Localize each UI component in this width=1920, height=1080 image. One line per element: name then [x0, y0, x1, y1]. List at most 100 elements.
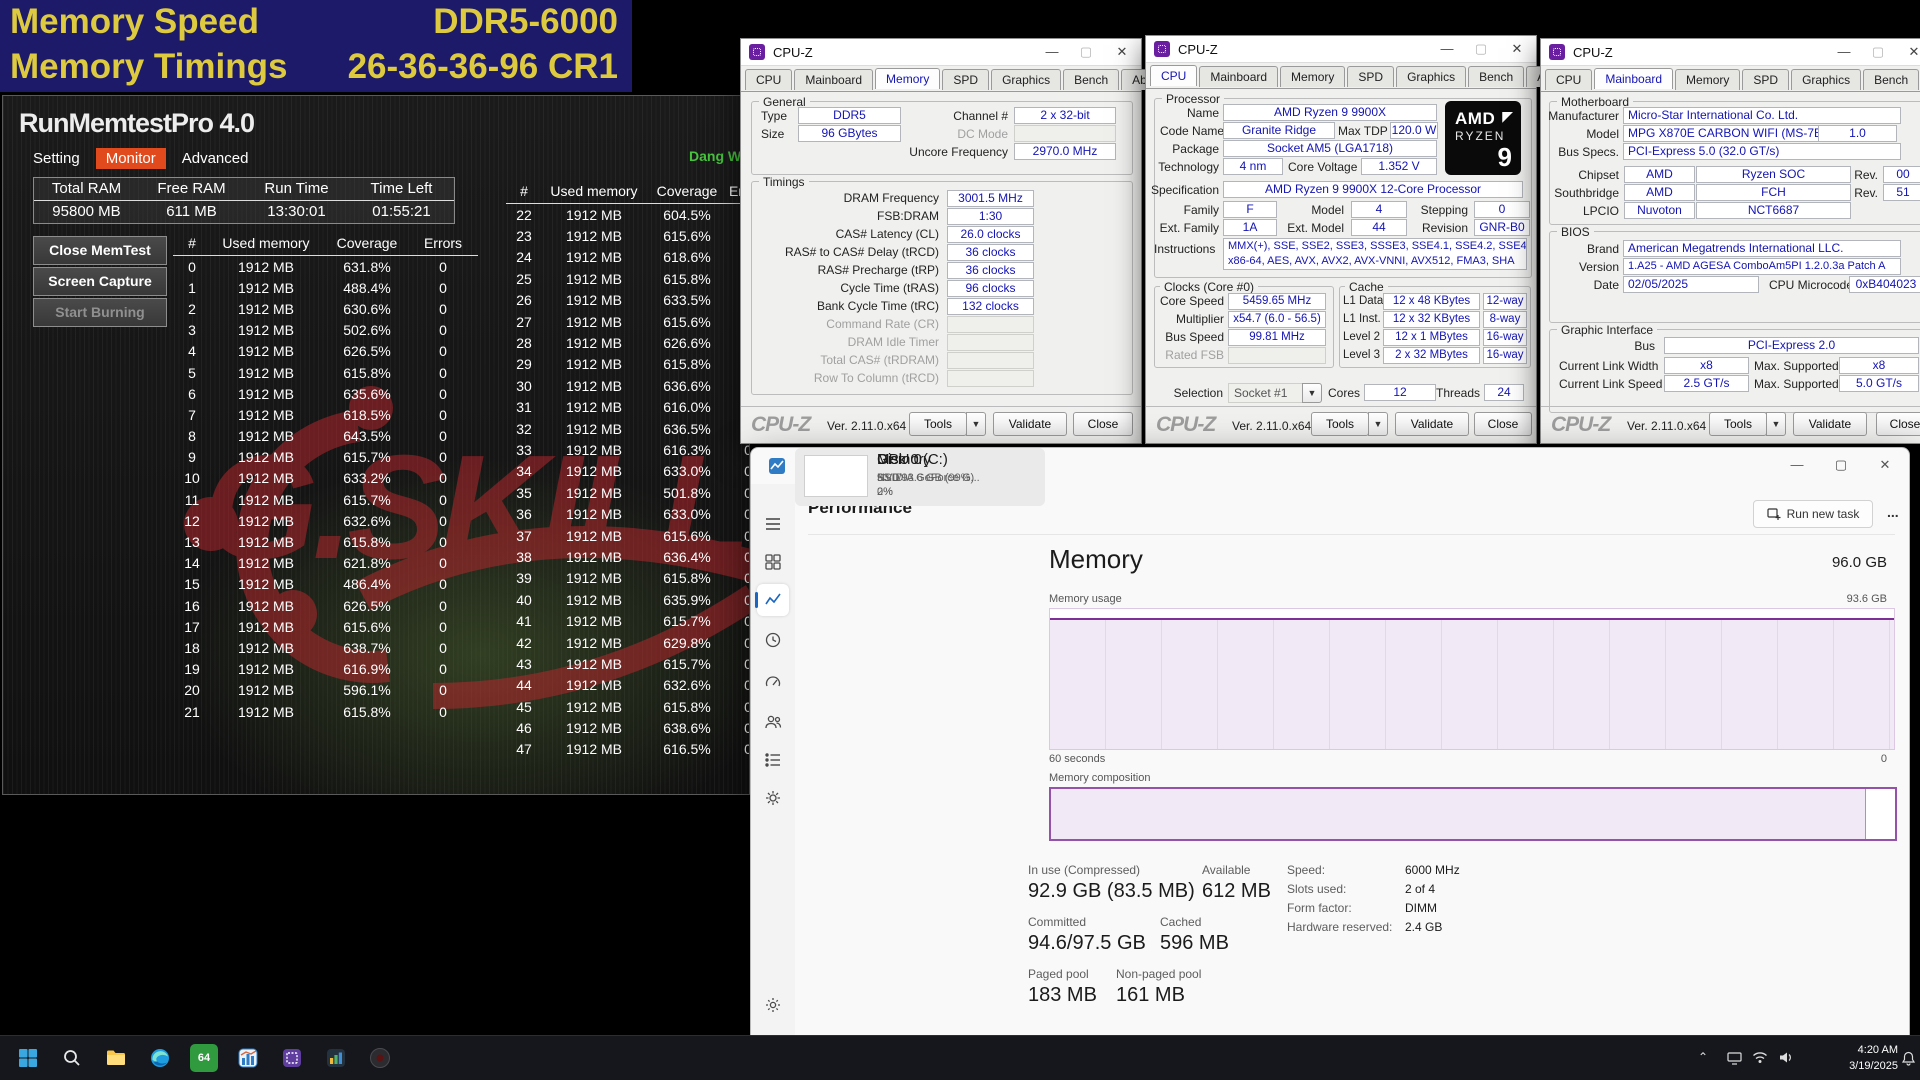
- startup-apps-icon[interactable]: [757, 666, 789, 698]
- errors: 0: [413, 365, 473, 381]
- cpuz-tab[interactable]: Graphics: [1396, 66, 1466, 87]
- memory-detail-item: Committed 94.6/97.5 GB: [1028, 915, 1146, 955]
- clock-value: 99.81 MHz: [1228, 329, 1326, 346]
- clock-row: Multiplier x54.7 (6.0 - 56.5): [1158, 310, 1326, 328]
- maximize-button[interactable]: ▢: [1069, 39, 1103, 65]
- menu-icon[interactable]: [757, 508, 789, 540]
- cache-row: L1 Data 12 x 48 KBytes 12-way: [1343, 292, 1527, 310]
- cpuz-tab[interactable]: SPD: [1347, 66, 1394, 87]
- cpuz-tab[interactable]: SPD: [1742, 69, 1789, 90]
- thread-number: 18: [173, 640, 211, 656]
- cpuz-tab[interactable]: Graphics: [991, 69, 1061, 90]
- notifications-bell-icon[interactable]: [1901, 1051, 1916, 1066]
- validate-button[interactable]: Validate: [1793, 412, 1867, 436]
- performance-icon[interactable]: [757, 584, 789, 616]
- close-button[interactable]: ✕: [1897, 39, 1920, 65]
- cpuz-tab[interactable]: Memory: [875, 68, 940, 89]
- cpuz-tab[interactable]: CPU: [1150, 65, 1197, 86]
- memtest-tab[interactable]: Setting: [23, 148, 90, 169]
- wifi-icon[interactable]: [1752, 1051, 1768, 1064]
- memtest-tab[interactable]: Advanced: [172, 148, 259, 169]
- cpuz-tab[interactable]: Mainboard: [1594, 68, 1673, 89]
- titlebar[interactable]: CPU-Z — ▢ ✕: [1146, 36, 1536, 63]
- tray-chevron-icon[interactable]: ⌃: [1698, 1050, 1708, 1064]
- maximize-button[interactable]: ▢: [1861, 39, 1895, 65]
- close-button[interactable]: ✕: [1863, 448, 1907, 482]
- tools-button[interactable]: Tools: [1709, 412, 1767, 436]
- close-button-footer[interactable]: Close: [1474, 412, 1532, 436]
- errors: 0: [728, 463, 749, 479]
- used-memory: 1912 MB: [542, 335, 646, 351]
- memtest-tab[interactable]: Monitor: [96, 148, 166, 169]
- cpuz-tab[interactable]: Mainboard: [794, 69, 873, 90]
- validate-button[interactable]: Validate: [993, 412, 1067, 436]
- close-button[interactable]: ✕: [1105, 39, 1139, 65]
- search-icon[interactable]: [58, 1044, 86, 1072]
- close-button-footer[interactable]: Close: [1073, 412, 1133, 436]
- benchmark-app-icon[interactable]: [322, 1044, 350, 1072]
- selection-dropdown[interactable]: Socket #1: [1228, 383, 1309, 403]
- tools-button[interactable]: Tools: [1311, 412, 1369, 436]
- tools-dropdown-icon[interactable]: ▼: [966, 412, 986, 436]
- table-row: 47 1912 MB 616.5% 0: [506, 739, 749, 760]
- tools-dropdown-icon[interactable]: ▼: [1368, 412, 1388, 436]
- minimize-button[interactable]: —: [1827, 39, 1861, 65]
- more-options-button[interactable]: ...: [1887, 504, 1899, 520]
- start-button[interactable]: [14, 1044, 42, 1072]
- thread-number: 8: [173, 428, 211, 444]
- cpuz-logo: CPU-Z: [1551, 413, 1610, 437]
- desktop: Memory Speed DDR5-6000 Memory Timings 26…: [0, 0, 1920, 1080]
- taskbar-clock[interactable]: 4:20 AM 3/19/2025: [1849, 1042, 1898, 1074]
- file-explorer-icon[interactable]: [102, 1044, 130, 1072]
- southbridge-rev-label: Rev.: [1853, 186, 1878, 200]
- cpuz-taskbar-icon[interactable]: [278, 1044, 306, 1072]
- screen-capture-button[interactable]: Screen Capture: [33, 267, 167, 296]
- details-icon[interactable]: [757, 744, 789, 776]
- table-header-cell: #: [506, 183, 542, 199]
- minimize-button[interactable]: —: [1775, 448, 1819, 482]
- selection-dropdown-icon[interactable]: ▼: [1302, 383, 1322, 403]
- tools-button[interactable]: Tools: [909, 412, 967, 436]
- titlebar[interactable]: CPU-Z — ▢ ✕: [1541, 39, 1920, 66]
- app-history-icon[interactable]: [757, 624, 789, 656]
- cpuz-tab[interactable]: Bench: [1468, 66, 1524, 87]
- close-memtest-button[interactable]: Close MemTest: [33, 236, 167, 265]
- cpuz-tab[interactable]: Bench: [1063, 69, 1119, 90]
- settings-icon[interactable]: [757, 989, 789, 1021]
- tools-dropdown-icon[interactable]: ▼: [1766, 412, 1786, 436]
- close-button-footer[interactable]: Close: [1876, 412, 1920, 436]
- task-manager-taskbar-icon[interactable]: [234, 1044, 262, 1072]
- metric-list-item[interactable]: GPU 0 NVIDIA GeForce G... 2%: [795, 448, 1045, 500]
- uncore-frequency-value: 2970.0 MHz: [1014, 143, 1116, 160]
- table-row: 12 1912 MB 632.6% 0: [173, 510, 478, 531]
- utility-app-icon[interactable]: [366, 1044, 394, 1072]
- services-icon[interactable]: [757, 782, 789, 814]
- minimize-button[interactable]: —: [1430, 36, 1464, 62]
- edge-browser-icon[interactable]: [146, 1044, 174, 1072]
- tab-divider: [741, 91, 1141, 92]
- validate-button[interactable]: Validate: [1395, 412, 1469, 436]
- cpuz-tab[interactable]: Memory: [1675, 69, 1740, 90]
- volume-icon[interactable]: [1779, 1051, 1794, 1064]
- cpuz-tab[interactable]: Bench: [1863, 69, 1919, 90]
- minimize-button[interactable]: —: [1035, 39, 1069, 65]
- cpuz-tab[interactable]: CPU: [745, 69, 792, 90]
- type-label: Type: [761, 109, 793, 123]
- cpuz-tab[interactable]: SPD: [942, 69, 989, 90]
- cpuz-tab[interactable]: Memory: [1280, 66, 1345, 87]
- maximize-button[interactable]: ▢: [1464, 36, 1498, 62]
- maximize-button[interactable]: ▢: [1819, 448, 1863, 482]
- core-voltage-label: Core Voltage: [1288, 160, 1356, 174]
- hwinfo64-icon[interactable]: 64: [190, 1044, 218, 1072]
- titlebar[interactable]: CPU-Z — ▢ ✕: [741, 39, 1141, 66]
- close-button[interactable]: ✕: [1500, 36, 1534, 62]
- cpuz-tab[interactable]: CPU: [1545, 69, 1592, 90]
- memory-composition-bar[interactable]: [1049, 787, 1897, 841]
- tray-display-icon[interactable]: [1727, 1052, 1742, 1065]
- cpuz-tab[interactable]: Graphics: [1791, 69, 1861, 90]
- run-new-task-button[interactable]: Run new task: [1753, 500, 1873, 528]
- users-icon[interactable]: [757, 706, 789, 738]
- cpuz-tab[interactable]: Mainboard: [1199, 66, 1278, 87]
- table-row: 19 1912 MB 616.9% 0: [173, 659, 478, 680]
- processes-icon[interactable]: [757, 546, 789, 578]
